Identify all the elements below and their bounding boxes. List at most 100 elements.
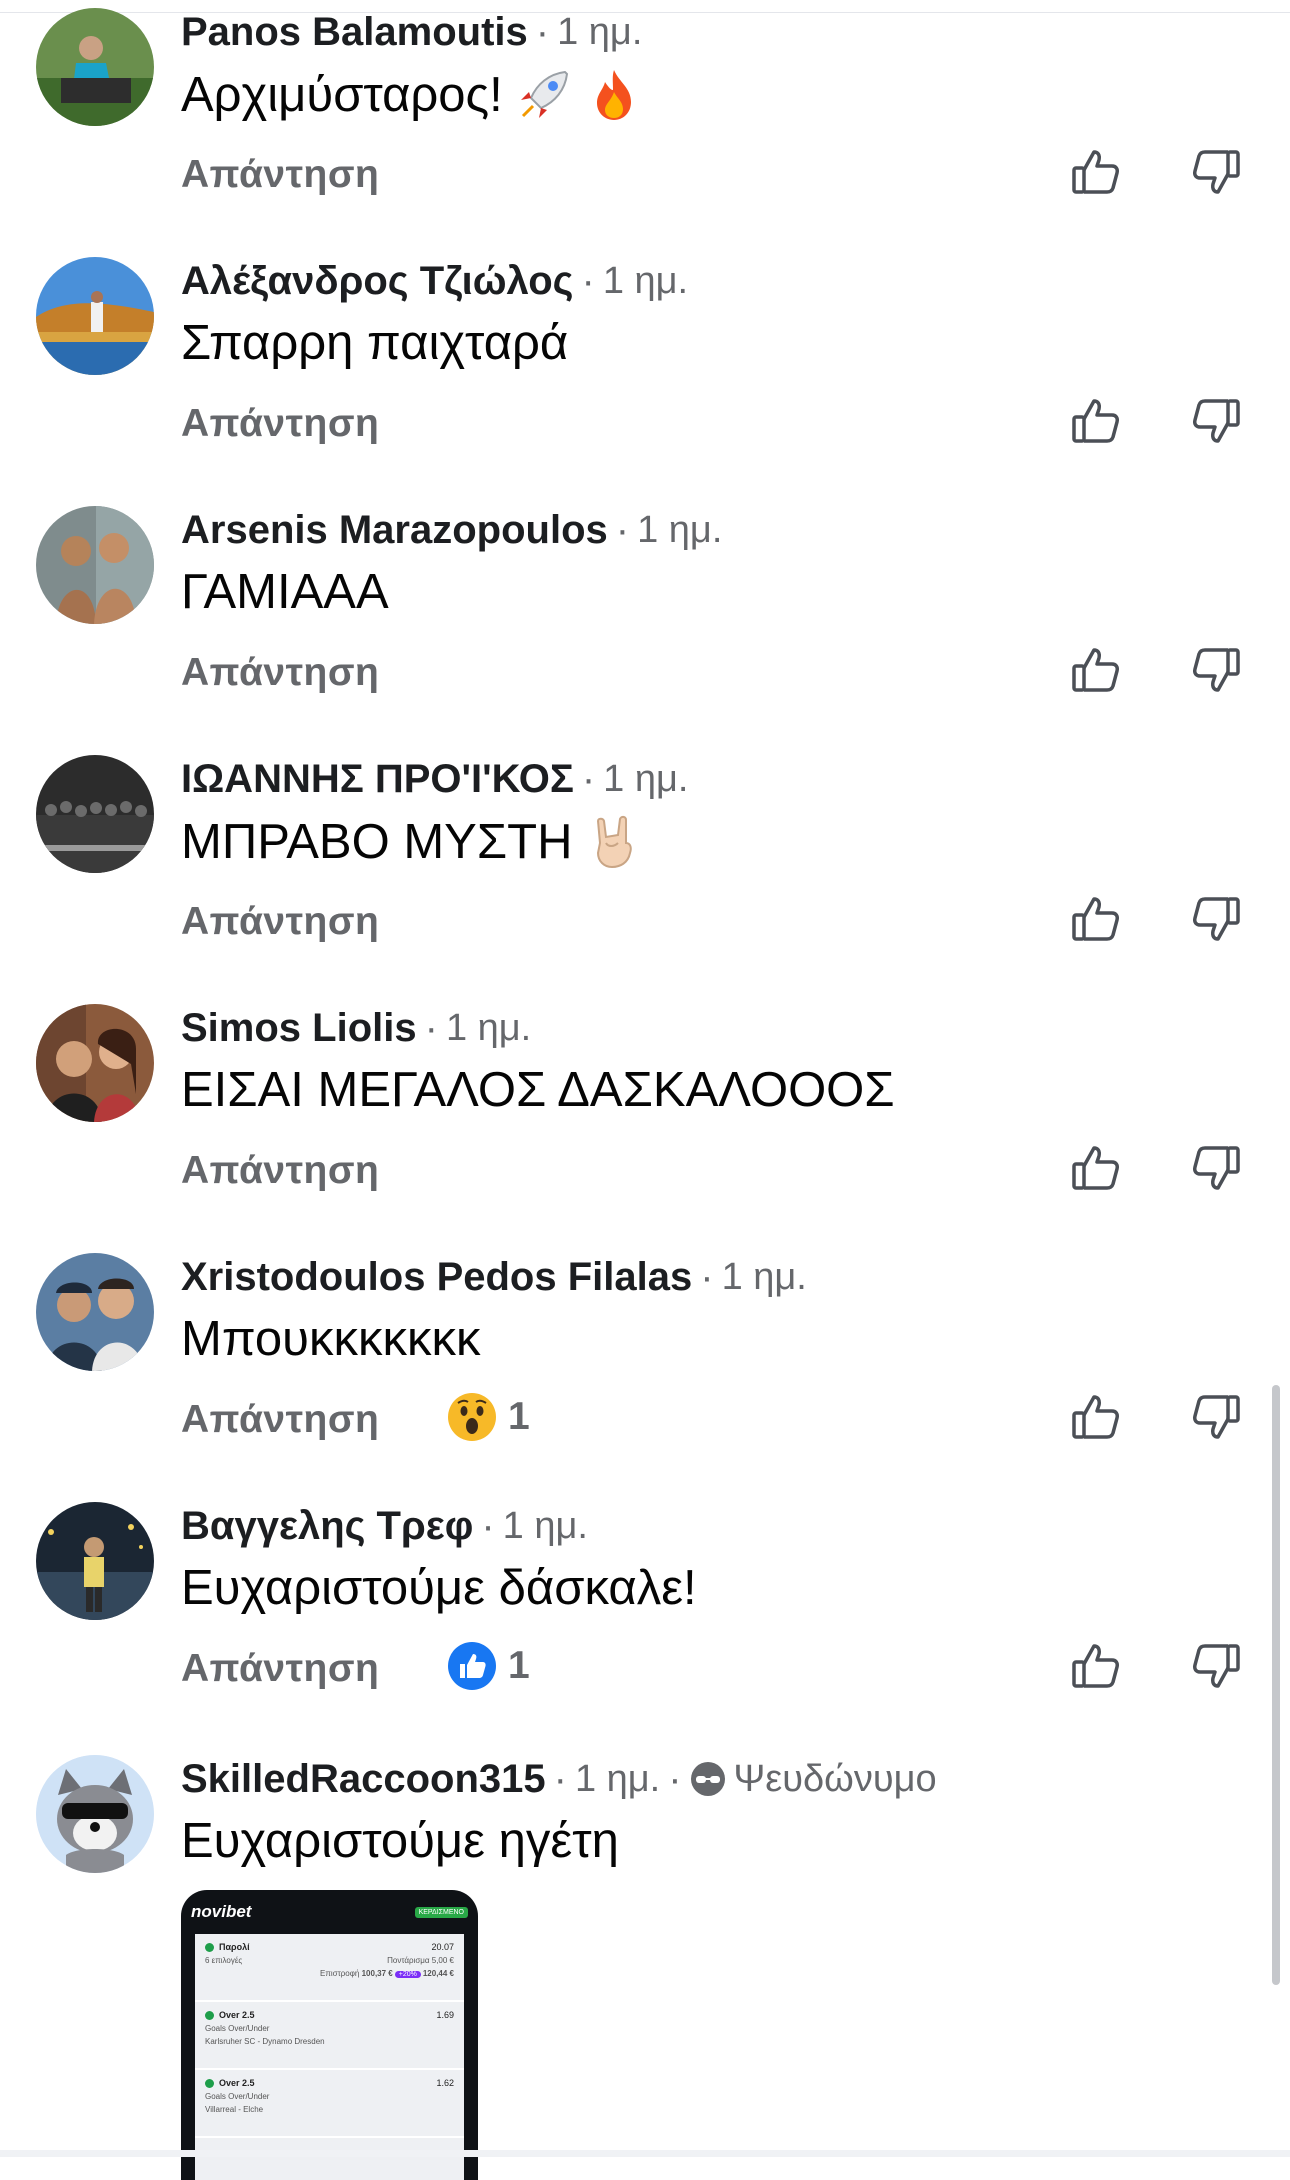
avatar[interactable] (36, 1755, 154, 1873)
bet-slip-summary: Παρολί 20.07 6 επιλογές Ποντάρισμα 5,00 € … (195, 1934, 464, 2002)
thumbs-up-icon[interactable] (1068, 1389, 1124, 1445)
avatar[interactable] (36, 1502, 154, 1620)
comment: ΙΩΑΝΝΗΣ ΠΡΟ'Ι'ΚΟΣ · 1 ημ. ΜΠΡΑΒΟ ΜΥΣΤΗ Α… (0, 755, 1290, 1004)
like-reaction-icon (448, 1642, 496, 1690)
comment-body: Μπουκκκκκκκ (181, 1312, 481, 1366)
comment: Arsenis Marazopoulos · 1 ημ. ΓΑΜΙΑΑΑ Απά… (0, 506, 1290, 755)
thumbs-down-icon[interactable] (1188, 393, 1244, 449)
comment-body: Ευχαριστούμε δάσκαλε! (181, 1561, 697, 1615)
rocket-emoji (520, 70, 568, 118)
bet-market: Over 2.5 (219, 2010, 255, 2020)
thumbs-up-icon[interactable] (1068, 144, 1124, 200)
bet-type: Παρολί (219, 1942, 250, 1952)
comment: Panos Balamoutis · 1 ημ. Αρχιμύσταρος! Α… (0, 8, 1290, 257)
comment-text: Αρχιμύσταρος! (181, 66, 643, 124)
bottom-edge (0, 2150, 1290, 2157)
comment-text: ΓΑΜΙΑΑΑ (181, 564, 389, 620)
bet-selection: Over 2.5 1.62 Goals Over/Under Villarreal… (195, 2070, 464, 2138)
thumbs-down-icon[interactable] (1188, 1389, 1244, 1445)
thumbs-up-icon[interactable] (1068, 642, 1124, 698)
reply-link[interactable]: Απάντηση (181, 651, 379, 695)
thumbs-down-icon[interactable] (1188, 642, 1244, 698)
comment: Xristodoulos Pedos Filalas · 1 ημ. Μπουκ… (0, 1253, 1290, 1502)
comment-time[interactable]: 1 ημ. (575, 1758, 660, 1801)
comment-time[interactable]: 1 ημ. (603, 260, 688, 303)
comment-time[interactable]: 1 ημ. (557, 11, 642, 54)
meta-separator: · (615, 507, 630, 552)
bet-market: Over 2.5 (219, 2078, 255, 2088)
meta-separator: · (700, 1254, 714, 1299)
bet-selection: Over 2.5 1.69 Goals Over/Under Karlsruher… (195, 2002, 464, 2070)
comment-text: ΜΠΡΑΒΟ ΜΥΣΤΗ (181, 813, 642, 871)
avatar[interactable] (36, 1004, 154, 1122)
avatar[interactable] (36, 1253, 154, 1371)
commenter-name[interactable]: ΙΩΑΝΝΗΣ ΠΡΟ'Ι'ΚΟΣ (181, 757, 574, 802)
brand-logo: novibet (191, 1902, 252, 1921)
commenter-name[interactable]: Αλέξανδρος Τζιώλος (181, 259, 573, 304)
return-old: 100,37 € (361, 1969, 393, 1979)
comment-time[interactable]: 1 ημ. (637, 509, 722, 552)
comment-body: Αρχιμύσταρος! (181, 68, 503, 122)
comment-text: ΕΙΣΑΙ ΜΕΓΑΛΟΣ ΔΑΣΚΑΛΟΟΟΣ (181, 1062, 895, 1118)
meta-separator: · (424, 1005, 438, 1050)
commenter-name[interactable]: Xristodoulos Pedos Filalas (181, 1255, 692, 1300)
reaction-summary[interactable]: 1 (446, 1391, 530, 1443)
meta-separator: · (553, 1756, 567, 1801)
thumbs-up-icon[interactable] (1068, 393, 1124, 449)
comment-body: ΕΙΣΑΙ ΜΕΓΑΛΟΣ ΔΑΣΚΑΛΟΟΟΣ (181, 1063, 895, 1117)
bet-slip: Παρολί 20.07 6 επιλογές Ποντάρισμα 5,00 € … (195, 1934, 464, 2180)
comment: Αλέξανδρος Τζιώλος · 1 ημ. Σπαρρη παιχτα… (0, 257, 1290, 506)
reply-link[interactable]: Απάντηση (181, 153, 379, 197)
comment: Βαγγελης Τρεφ · 1 ημ. Ευχαριστούμε δάσκα… (0, 1502, 1290, 1751)
bet-odds: 1.62 (436, 2078, 454, 2089)
thumbs-up-icon[interactable] (1068, 1140, 1124, 1196)
avatar[interactable] (36, 755, 154, 873)
thumbs-down-icon[interactable] (1188, 1638, 1244, 1694)
commenter-name[interactable]: Βαγγελης Τρεφ (181, 1504, 473, 1549)
check-icon (205, 1943, 214, 1953)
comment-text: Μπουκκκκκκκ (181, 1311, 480, 1367)
comment-text: Ευχαριστούμε ηγέτη (181, 1813, 619, 1869)
return-label: Επιστροφή (320, 1969, 360, 1979)
comment-text: Σπαρρη παιχταρά (181, 315, 568, 371)
commenter-name[interactable]: Simos Liolis (181, 1006, 417, 1051)
total-odds: 20.07 (431, 1942, 454, 1953)
reply-link[interactable]: Απάντηση (181, 1647, 379, 1691)
commenter-name[interactable]: Arsenis Marazopoulos (181, 508, 608, 553)
reply-link[interactable]: Απάντηση (181, 402, 379, 446)
thumbs-down-icon[interactable] (1188, 1140, 1244, 1196)
avatar[interactable] (36, 257, 154, 375)
comment-time[interactable]: 1 ημ. (446, 1007, 531, 1050)
reply-link[interactable]: Απάντηση (181, 1398, 379, 1442)
status-badge: ΚΕΡΔΙΣΜΕΝΟ (414, 1906, 468, 1918)
reply-link[interactable]: Απάντηση (181, 1149, 379, 1193)
check-icon (205, 2079, 214, 2089)
bet-type-label: Goals Over/Under (205, 2092, 270, 2102)
image-attachment[interactable]: novibet ΚΕΡΔΙΣΜΕΝΟ Παρολί 20.07 6 επιλογέ… (181, 1890, 478, 2180)
thumbs-up-icon[interactable] (1068, 1638, 1124, 1694)
bet-type-label: Goals Over/Under (205, 2024, 270, 2034)
reaction-summary[interactable]: 1 (446, 1640, 530, 1692)
stake-label: Ποντάρισμα (387, 1956, 430, 1966)
comment-time[interactable]: 1 ημ. (722, 1256, 807, 1299)
match-label: Karlsruher SC - Dynamo Dresden (205, 2037, 325, 2047)
pseudonym-badge[interactable]: Ψευδώνυμο (690, 1758, 937, 1801)
comment-body: ΓΑΜΙΑΑΑ (181, 565, 389, 619)
comment-body: Σπαρρη παιχταρά (181, 316, 569, 370)
meta-separator: · (481, 1503, 495, 1548)
reaction-count: 1 (508, 1644, 530, 1687)
reply-link[interactable]: Απάντηση (181, 900, 379, 944)
commenter-name[interactable]: Panos Balamoutis (181, 10, 528, 55)
pseudonym-label: Ψευδώνυμο (733, 1757, 937, 1800)
thumbs-down-icon[interactable] (1188, 144, 1244, 200)
avatar[interactable] (36, 506, 154, 624)
avatar[interactable] (36, 8, 154, 126)
thumbs-down-icon[interactable] (1188, 891, 1244, 947)
comment-time[interactable]: 1 ημ. (603, 758, 688, 801)
commenter-name[interactable]: SkilledRaccoon315 (181, 1757, 546, 1802)
scrollbar[interactable] (1272, 1385, 1280, 1985)
meta-separator: · (581, 756, 596, 801)
thumbs-up-icon[interactable] (1068, 891, 1124, 947)
rock-hand-emoji (597, 815, 633, 869)
comment-time[interactable]: 1 ημ. (503, 1505, 588, 1548)
